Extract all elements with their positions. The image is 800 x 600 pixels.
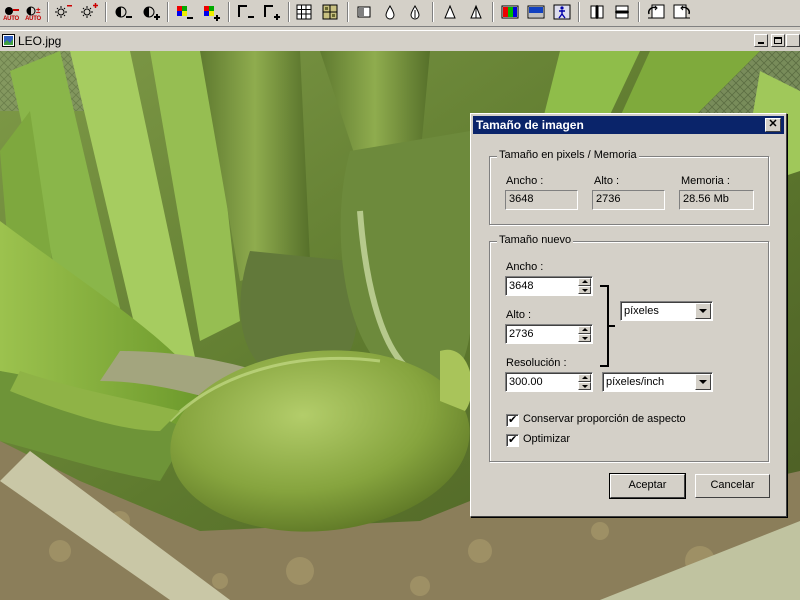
drop-icon[interactable] <box>379 1 401 23</box>
contrast-up-icon[interactable] <box>140 1 162 23</box>
mirror-icon[interactable] <box>611 1 633 23</box>
stepper-arrows <box>578 278 591 294</box>
flip-icon[interactable] <box>586 1 608 23</box>
resolution-unit-select[interactable]: píxeles/inch <box>602 372 713 392</box>
dialog-close-button[interactable]: ✕ <box>765 118 781 132</box>
current-size-group-title: Tamaño en pixels / Memoria <box>497 149 639 161</box>
brightness-up-icon[interactable] <box>78 1 100 23</box>
dialog-titlebar[interactable]: Tamaño de imagen ✕ <box>473 116 784 134</box>
rotate-left-icon[interactable] <box>645 1 667 23</box>
gamma-down-icon[interactable] <box>234 1 256 23</box>
current-width-label: Ancho : <box>506 175 544 187</box>
blur-icon[interactable] <box>404 1 426 23</box>
optimize-label[interactable]: Optimizar <box>523 433 570 445</box>
toolbar-separator <box>638 2 640 22</box>
toolbar: AUTO ± AUTO <box>0 0 800 27</box>
new-width-stepper[interactable]: 3648 <box>505 276 593 296</box>
stepper-arrows <box>578 374 591 390</box>
size-unit-select[interactable]: píxeles <box>620 301 713 321</box>
effect-icon[interactable] <box>551 1 573 23</box>
height-increment-button[interactable] <box>578 326 591 334</box>
new-height-stepper[interactable]: 2736 <box>505 324 593 344</box>
document-title: LEO.jpg <box>18 34 62 48</box>
brightness-auto-icon[interactable]: AUTO <box>0 1 22 23</box>
width-increment-button[interactable] <box>578 278 591 286</box>
chevron-down-icon[interactable] <box>695 303 711 319</box>
resolution-unit-value: píxeles/inch <box>606 376 665 388</box>
chevron-down-icon[interactable] <box>695 374 711 390</box>
saturation-up-icon[interactable] <box>200 1 222 23</box>
new-height-label: Alto : <box>506 309 532 321</box>
current-height-label: Alto : <box>594 175 620 187</box>
current-height-field: 2736 <box>592 190 665 210</box>
grid-icon[interactable] <box>293 1 315 23</box>
toolbar-separator <box>288 2 290 22</box>
optimize-checkbox[interactable] <box>506 433 519 447</box>
height-decrement-button[interactable] <box>578 334 591 342</box>
keep-aspect-label[interactable]: Conservar proporción de aspecto <box>523 413 686 425</box>
memory-label: Memoria : <box>681 175 730 187</box>
toolbar-separator <box>167 2 169 22</box>
width-decrement-button[interactable] <box>578 286 591 294</box>
current-width-field: 3648 <box>505 190 578 210</box>
cancel-button[interactable]: Cancelar <box>695 474 770 498</box>
new-height-value: 2736 <box>509 328 534 340</box>
new-width-value: 3648 <box>509 280 534 292</box>
size-unit-value: píxeles <box>624 305 659 317</box>
rotate-right-icon[interactable] <box>671 1 693 23</box>
stepper-arrows <box>578 326 591 342</box>
image-file-icon <box>2 34 15 47</box>
keep-aspect-checkbox[interactable] <box>506 413 519 427</box>
resolution-decrement-button[interactable] <box>578 382 591 390</box>
svg-text:±: ± <box>36 6 41 15</box>
new-size-group: Tamaño nuevo <box>489 234 769 462</box>
accept-button[interactable]: Aceptar <box>610 474 685 498</box>
sharpen-icon[interactable] <box>353 1 375 23</box>
color-balance-icon[interactable] <box>499 1 521 23</box>
resolution-label: Resolución : <box>506 357 567 369</box>
screen-icon[interactable] <box>525 1 547 23</box>
triangle-icon[interactable] <box>439 1 461 23</box>
document-titlebar[interactable]: LEO.jpg <box>0 30 800 52</box>
brightness-down-icon[interactable] <box>52 1 74 23</box>
contrast-auto-icon[interactable]: ± AUTO <box>22 1 44 23</box>
minimize-button[interactable] <box>754 34 768 47</box>
grid-alt-icon[interactable] <box>319 1 341 23</box>
toolbar-separator <box>105 2 107 22</box>
resolution-increment-button[interactable] <box>578 374 591 382</box>
toolbar-separator <box>47 2 49 22</box>
contrast-down-icon[interactable] <box>112 1 134 23</box>
toolbar-separator <box>347 2 349 22</box>
close-window-button[interactable] <box>786 34 800 47</box>
triangle-alt-icon[interactable] <box>465 1 487 23</box>
toolbar-separator <box>578 2 580 22</box>
resolution-stepper[interactable]: 300.00 <box>505 372 593 392</box>
toolbar-separator <box>432 2 434 22</box>
toolbar-separator <box>492 2 494 22</box>
new-size-group-title: Tamaño nuevo <box>497 234 574 246</box>
gamma-up-icon[interactable] <box>260 1 282 23</box>
toolbar-separator <box>228 2 230 22</box>
aspect-link-bracket <box>600 285 615 367</box>
maximize-button[interactable] <box>771 34 785 47</box>
new-width-label: Ancho : <box>506 261 544 273</box>
resolution-value: 300.00 <box>509 376 543 388</box>
memory-field: 28.56 Mb <box>679 190 754 210</box>
dialog-title: Tamaño de imagen <box>476 118 584 132</box>
saturation-down-icon[interactable] <box>173 1 195 23</box>
